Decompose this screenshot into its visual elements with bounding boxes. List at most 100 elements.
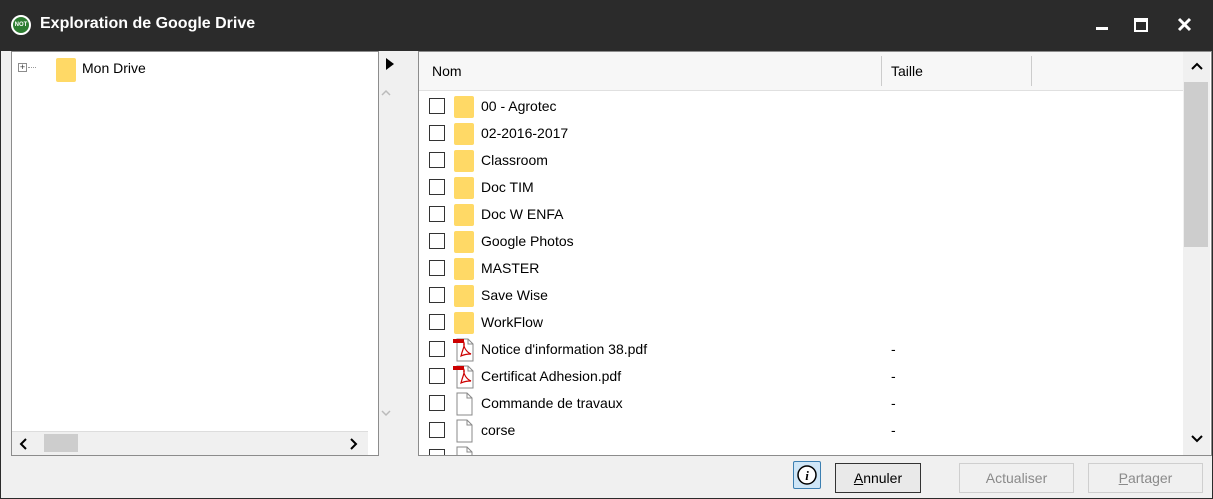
refresh-button[interactable]: Actualiser (959, 463, 1074, 493)
file-list-pane[interactable]: Nom Taille 00 - Agrotec 02-2016-2017 Class… (418, 51, 1212, 456)
folder-icon (454, 150, 474, 172)
row-icon (453, 176, 475, 203)
file-list-row[interactable]: WorkFlow (419, 309, 1183, 336)
row-checkbox[interactable] (429, 449, 445, 455)
file-list-row[interactable]: Certificat Adhesion.pdf - (419, 363, 1183, 390)
row-checkbox[interactable] (429, 287, 445, 303)
cancel-button[interactable]: Annuler (835, 463, 921, 493)
row-name: Save Wise (481, 287, 548, 303)
folder-icon (454, 204, 474, 226)
row-checkbox[interactable] (429, 152, 445, 168)
column-separator[interactable] (881, 56, 882, 86)
file-list-row[interactable]: MASTER (419, 255, 1183, 282)
close-icon (1177, 17, 1192, 32)
button-bar: i Annuler Actualiser Partager (1, 457, 1212, 498)
row-name: corse (481, 422, 516, 438)
tree-expander[interactable]: + (18, 63, 27, 72)
row-name: Certificat Adhesion.pdf (481, 368, 622, 384)
folder-icon (454, 231, 474, 253)
scroll-right-icon[interactable] (348, 437, 360, 451)
row-icon (453, 419, 475, 446)
row-icon (453, 284, 475, 311)
row-name: Doc TIM (481, 179, 534, 195)
row-size: - (891, 395, 896, 411)
row-checkbox[interactable] (429, 368, 445, 384)
collapse-arrow-icon[interactable] (383, 57, 397, 71)
row-icon (453, 95, 475, 122)
row-icon (453, 257, 475, 284)
maximize-icon (1134, 18, 1148, 32)
row-checkbox[interactable] (429, 125, 445, 141)
minimize-icon (1096, 27, 1108, 30)
window-title: Exploration de Google Drive (40, 15, 256, 32)
scroll-up-icon[interactable] (380, 88, 392, 98)
row-checkbox[interactable] (429, 206, 445, 222)
tree-vertical-scrollbar[interactable] (379, 51, 393, 456)
row-icon (453, 446, 475, 455)
file-icon (456, 446, 473, 455)
list-header: Nom Taille (419, 52, 1183, 91)
row-name: Notice d'information 38.pdf (481, 341, 648, 357)
file-list-row[interactable]: Doc W ENFA (419, 201, 1183, 228)
list-vertical-scrollbar[interactable] (1183, 52, 1210, 455)
scroll-left-icon[interactable] (18, 437, 30, 451)
file-icon (456, 419, 473, 443)
file-list-row[interactable]: Save Wise (419, 282, 1183, 309)
file-list-row[interactable]: 02-2016-2017 (419, 120, 1183, 147)
row-icon (453, 122, 475, 149)
row-checkbox[interactable] (429, 422, 445, 438)
minimize-button[interactable] (1088, 13, 1116, 39)
folder-icon (454, 285, 474, 307)
file-list-row[interactable]: 00 - Agrotec (419, 93, 1183, 120)
row-checkbox[interactable] (429, 314, 445, 330)
folder-icon (454, 123, 474, 145)
file-list-row[interactable]: Doc TIM (419, 174, 1183, 201)
row-size: - (891, 368, 896, 384)
row-icon (453, 230, 475, 257)
row-icon (453, 203, 475, 230)
row-size: - (891, 341, 896, 357)
row-checkbox[interactable] (429, 233, 445, 249)
scroll-up-icon[interactable] (1190, 61, 1204, 71)
share-button[interactable]: Partager (1088, 463, 1203, 493)
file-list-row[interactable] (419, 444, 1183, 455)
column-header-name[interactable]: Nom (432, 52, 462, 90)
row-icon (453, 365, 477, 392)
pane-splitter[interactable] (386, 51, 415, 456)
row-checkbox[interactable] (429, 341, 445, 357)
folder-icon (454, 258, 474, 280)
scrollbar-thumb[interactable] (44, 434, 78, 452)
column-header-size[interactable]: Taille (891, 52, 923, 90)
app-icon: NOT (11, 15, 31, 35)
scrollbar-thumb[interactable] (1184, 82, 1208, 247)
file-list-row[interactable]: corse - (419, 417, 1183, 444)
maximize-button[interactable] (1127, 13, 1155, 39)
folder-icon (454, 312, 474, 334)
row-checkbox[interactable] (429, 395, 445, 411)
row-icon (453, 392, 475, 419)
column-separator[interactable] (1031, 56, 1032, 86)
scroll-down-icon[interactable] (380, 408, 392, 418)
close-button[interactable] (1171, 13, 1199, 39)
tree-horizontal-scrollbar[interactable] (12, 431, 368, 455)
row-name: Classroom (481, 152, 548, 168)
row-checkbox[interactable] (429, 179, 445, 195)
file-list-row[interactable]: Google Photos (419, 228, 1183, 255)
file-list-row[interactable]: Classroom (419, 147, 1183, 174)
file-list-row[interactable]: Commande de travaux - (419, 390, 1183, 417)
row-icon (453, 311, 475, 338)
row-checkbox[interactable] (429, 260, 445, 276)
row-checkbox[interactable] (429, 98, 445, 114)
pdf-file-icon (453, 365, 474, 389)
pdf-file-icon (453, 338, 474, 362)
row-size: - (891, 422, 896, 438)
tree-item-label: Mon Drive (82, 60, 146, 76)
scroll-down-icon[interactable] (1190, 434, 1204, 444)
folder-tree-pane[interactable]: + Mon Drive (11, 51, 379, 456)
file-list-row[interactable]: Notice d'information 38.pdf - (419, 336, 1183, 363)
row-name: 00 - Agrotec (481, 98, 557, 114)
info-icon: i (797, 465, 817, 485)
title-bar: NOT Exploration de Google Drive (1, 1, 1212, 51)
row-name: MASTER (481, 260, 540, 276)
info-button[interactable]: i (793, 461, 821, 489)
